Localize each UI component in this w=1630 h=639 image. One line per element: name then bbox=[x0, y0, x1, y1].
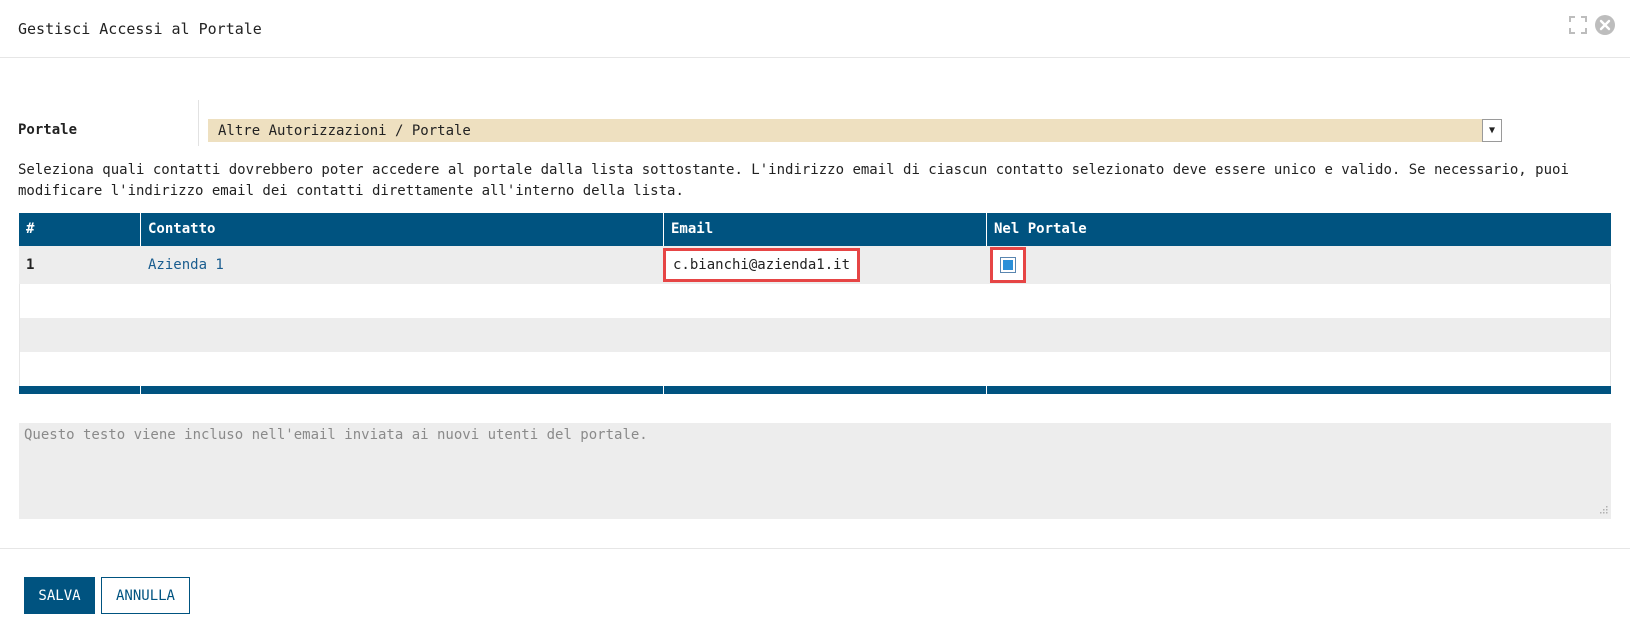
dialog-header: Gestisci Accessi al Portale bbox=[0, 0, 1630, 58]
column-header-in-portal[interactable]: Nel Portale bbox=[987, 213, 1611, 246]
contact-link[interactable]: Azienda 1 bbox=[141, 257, 664, 273]
close-icon[interactable] bbox=[1594, 14, 1616, 36]
cancel-button[interactable]: ANNULLA bbox=[101, 577, 190, 614]
save-button[interactable]: SALVA bbox=[24, 577, 95, 614]
dialog-title: Gestisci Accessi al Portale bbox=[18, 20, 262, 38]
welcome-message-textarea[interactable]: Questo testo viene incluso nell'email in… bbox=[19, 423, 1611, 519]
empty-row bbox=[19, 352, 1611, 386]
column-header-number[interactable]: # bbox=[19, 213, 141, 246]
empty-row bbox=[19, 284, 1611, 318]
table-footer bbox=[19, 386, 1611, 394]
dropdown-arrow-icon[interactable]: ▼ bbox=[1482, 119, 1502, 142]
portal-access-dialog: Gestisci Accessi al Portale Portale Altr… bbox=[0, 0, 1630, 639]
footer-divider bbox=[0, 548, 1630, 549]
textarea-placeholder: Questo testo viene incluso nell'email in… bbox=[24, 427, 648, 443]
portal-select[interactable]: Altre Autorizzazioni / Portale ▼ bbox=[208, 119, 1502, 142]
column-header-contact[interactable]: Contatto bbox=[141, 213, 664, 246]
expand-icon[interactable] bbox=[1568, 15, 1588, 35]
in-portal-checkbox[interactable] bbox=[990, 247, 1026, 283]
row-number: 1 bbox=[26, 257, 35, 273]
table-header: # Contatto Email Nel Portale bbox=[19, 213, 1611, 246]
in-portal-cell bbox=[987, 247, 1611, 283]
table-row[interactable]: 1 Azienda 1 c.bianchi@azienda1.it bbox=[19, 246, 1611, 284]
contacts-table: # Contatto Email Nel Portale 1 Azienda 1… bbox=[19, 213, 1611, 394]
column-header-email[interactable]: Email bbox=[664, 213, 987, 246]
header-icons bbox=[1568, 14, 1616, 36]
portal-select-value: Altre Autorizzazioni / Portale bbox=[218, 122, 471, 139]
resize-handle-icon[interactable] bbox=[1596, 504, 1608, 516]
checkbox-checked-icon bbox=[1000, 257, 1016, 273]
portal-label: Portale bbox=[18, 122, 78, 138]
help-text: Seleziona quali contatti dovrebbero pote… bbox=[18, 162, 1569, 199]
field-divider bbox=[198, 100, 199, 146]
email-field[interactable]: c.bianchi@azienda1.it bbox=[663, 248, 861, 282]
empty-row bbox=[19, 318, 1611, 352]
email-cell: c.bianchi@azienda1.it bbox=[663, 248, 987, 282]
